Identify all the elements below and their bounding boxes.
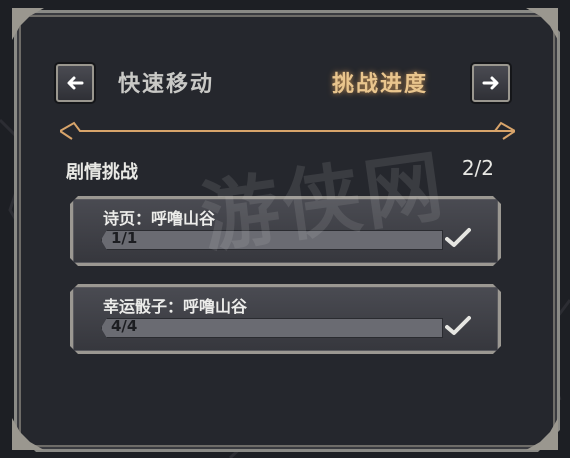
corner-ornament-bottom-left (12, 418, 44, 450)
next-tab-button[interactable] (472, 64, 510, 102)
progress-bar (101, 318, 443, 338)
corner-ornament-bottom-right (526, 418, 558, 450)
checkmark-icon (445, 315, 471, 337)
section-count: 2/2 (461, 156, 494, 180)
corner-ornament-top-right (526, 8, 558, 40)
section-title: 剧情挑战 (66, 162, 138, 183)
prev-tab-button[interactable] (56, 64, 94, 102)
tab-fast-travel[interactable]: 快速移动 (118, 66, 214, 98)
progress-text: 1/1 (111, 229, 138, 247)
tab-challenge-progress[interactable]: 挑战进度 (332, 66, 428, 98)
corner-ornament-top-left (12, 8, 44, 40)
challenge-title: 诗页：呼噜山谷 (103, 209, 216, 228)
progress-bar-fill (102, 319, 442, 337)
header-divider (60, 121, 515, 140)
arrow-right-icon (482, 76, 499, 90)
challenge-title: 幸运骰子：呼噜山谷 (103, 297, 248, 316)
challenge-card[interactable]: 幸运骰子：呼噜山谷 4/4 (70, 284, 501, 354)
progress-text: 4/4 (111, 317, 138, 335)
arrow-left-icon (67, 76, 84, 90)
